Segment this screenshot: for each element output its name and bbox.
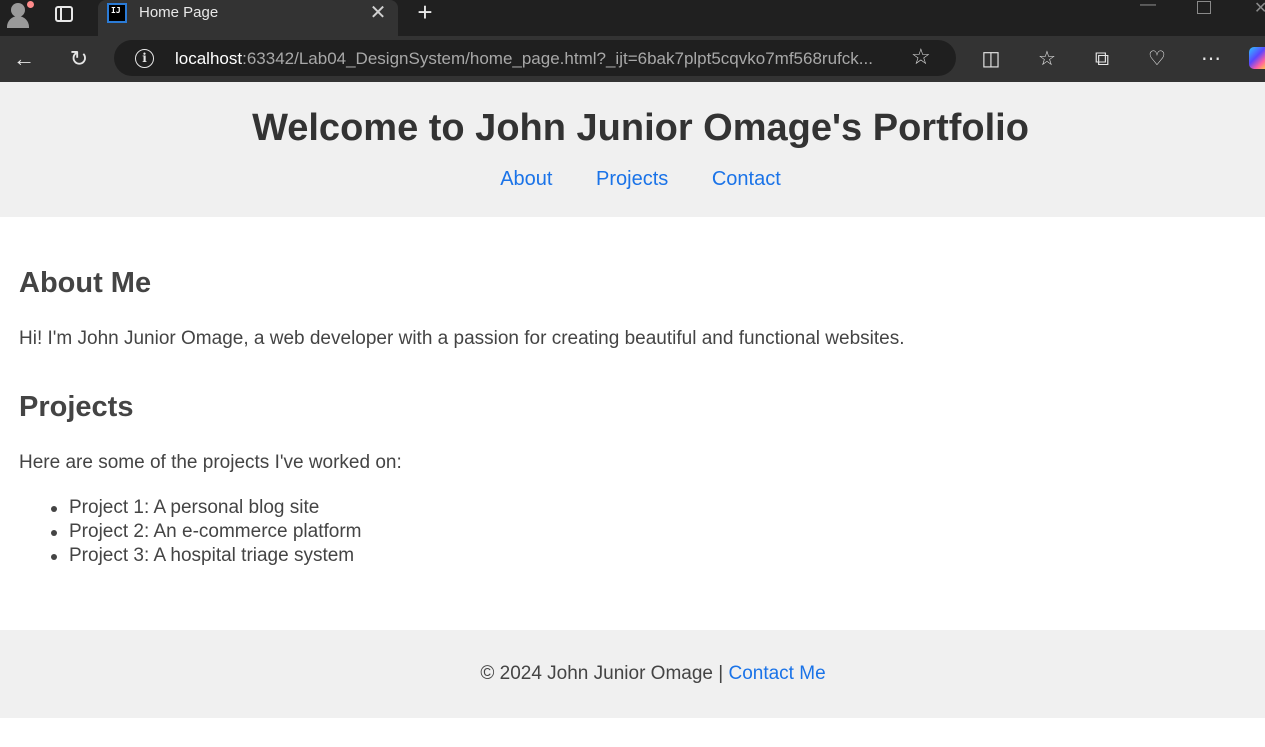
site-info-icon[interactable]: i	[135, 49, 154, 68]
footer-text: © 2024 John Junior Omage | Contact Me	[0, 663, 1265, 685]
browser-essentials-icon[interactable]: ♡	[1144, 46, 1170, 72]
page-title: Welcome to John Junior Omage's Portfolio	[252, 107, 1029, 149]
list-item: Project 1: A personal blog site	[51, 496, 362, 520]
profile-avatar-icon[interactable]	[4, 0, 35, 28]
close-window-icon[interactable]: ✕	[1254, 0, 1265, 18]
browser-tab[interactable]: IJ Home Page ✕	[98, 0, 398, 36]
new-tab-icon[interactable]: +	[412, 0, 438, 26]
nav-link-about[interactable]: About	[500, 168, 552, 190]
projects-heading: Projects	[19, 391, 134, 423]
maximize-icon[interactable]	[1197, 1, 1211, 14]
back-icon[interactable]: ←	[9, 44, 39, 74]
web-page: Welcome to John Junior Omage's Portfolio…	[0, 82, 1265, 747]
about-heading: About Me	[19, 267, 152, 299]
tab-actions-icon[interactable]	[52, 3, 76, 25]
more-options-icon[interactable]: ⋯	[1198, 46, 1224, 72]
intellij-favicon-icon: IJ	[107, 3, 127, 23]
list-item: Project 3: A hospital triage system	[51, 544, 362, 568]
minimize-icon[interactable]: —	[1140, 0, 1156, 16]
favorite-star-icon[interactable]: ☆	[911, 44, 931, 70]
projects-intro: Here are some of the projects I've worke…	[19, 452, 402, 473]
list-item: Project 2: An e-commerce platform	[51, 521, 362, 542]
site-header: Welcome to John Junior Omage's Portfolio…	[0, 82, 1265, 217]
footer-contact-link[interactable]: Contact Me	[728, 663, 825, 684]
close-tab-icon[interactable]: ✕	[366, 0, 390, 26]
split-screen-icon[interactable]: ◫	[978, 46, 1004, 72]
copyright-text: © 2024 John Junior Omage |	[480, 663, 729, 684]
copilot-icon[interactable]	[1249, 47, 1265, 69]
projects-list: Project 1: A personal blog site Project …	[51, 496, 362, 568]
collections-icon[interactable]: ⧉	[1089, 46, 1115, 72]
favorites-icon[interactable]: ☆	[1034, 46, 1060, 72]
nav-link-contact[interactable]: Contact	[712, 168, 781, 190]
nav-link-projects[interactable]: Projects	[596, 168, 668, 190]
address-bar[interactable]: i localhost:63342/Lab04_DesignSystem/hom…	[114, 40, 956, 76]
refresh-icon[interactable]: ↻	[64, 44, 94, 74]
site-nav: About Projects Contact	[0, 168, 1265, 191]
tab-title: Home Page	[139, 4, 219, 21]
browser-toolbar: ← ↻ i localhost:63342/Lab04_DesignSystem…	[0, 36, 1265, 82]
url-text[interactable]: localhost:63342/Lab04_DesignSystem/home_…	[175, 49, 895, 69]
about-text: Hi! I'm John Junior Omage, a web develop…	[19, 328, 905, 349]
site-footer: © 2024 John Junior Omage | Contact Me	[0, 630, 1265, 718]
browser-tab-bar: IJ Home Page ✕ + — ✕	[0, 0, 1265, 36]
